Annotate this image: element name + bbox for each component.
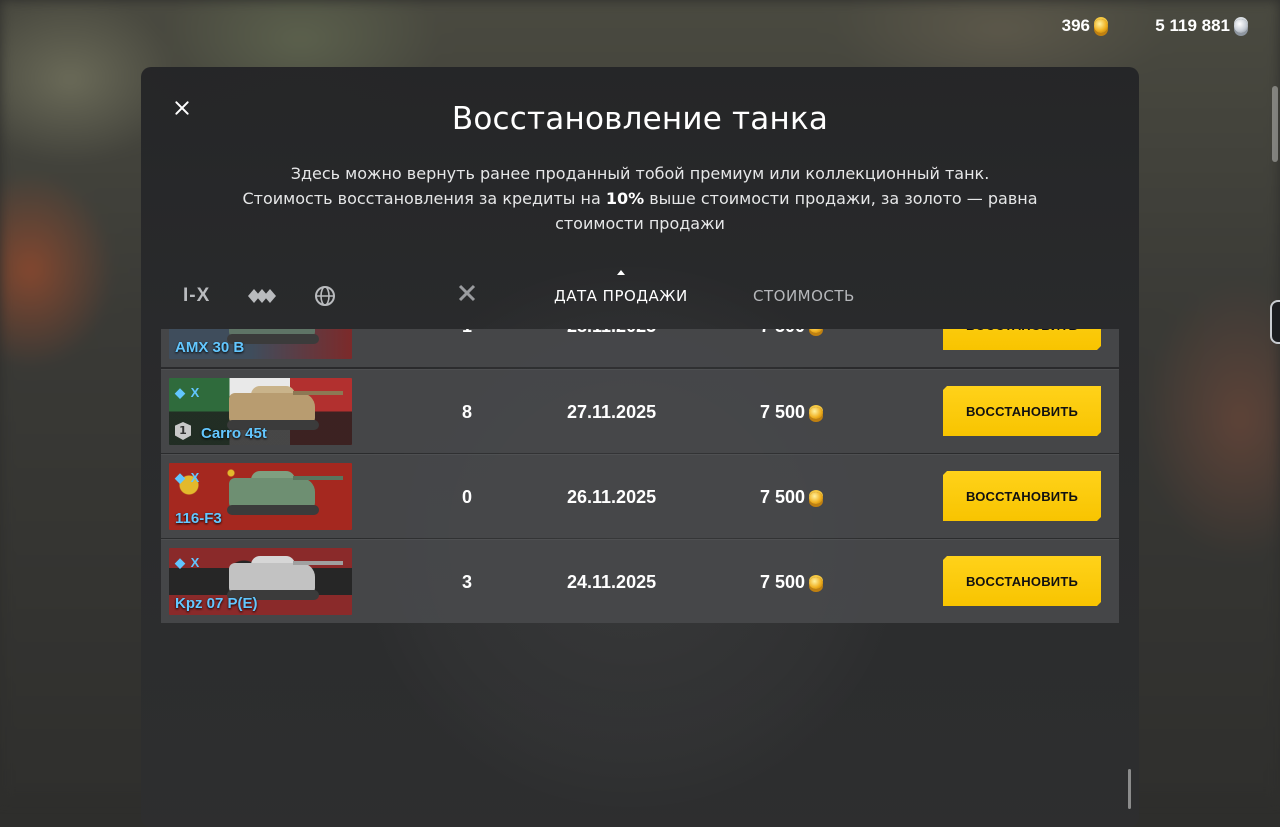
page-scrollbar[interactable]	[1272, 86, 1278, 162]
silver-balance: 5 119 881	[1155, 14, 1248, 38]
dialog-description: Здесь можно вернуть ранее проданный тобо…	[201, 161, 1079, 236]
sold-tanks-list: AMX 30 B 1 28.11.2025 7 500 ВОССТАНОВИТЬ…	[161, 329, 1119, 629]
silver-coin-icon	[1234, 19, 1248, 33]
tier-label: X	[190, 470, 201, 485]
gold-balance: 396	[1062, 14, 1108, 38]
table-row: ◆ X 1 Carro 45t 8 27.11.2025 7 500 ВОССТ…	[161, 369, 1119, 453]
sale-date: 26.11.2025	[567, 487, 657, 507]
price-value: 7 500	[760, 572, 806, 592]
restore-button[interactable]: ВОССТАНОВИТЬ	[943, 556, 1101, 606]
gold-coin-icon	[809, 406, 824, 419]
side-panel-tab[interactable]	[1270, 300, 1280, 344]
gold-coin-icon	[809, 491, 824, 504]
tank-name: Carro 45t	[201, 425, 267, 442]
table-row: ◆ X 116-F3 0 26.11.2025 7 500 ВОССТАНОВИ…	[161, 454, 1119, 538]
sale-date: 24.11.2025	[567, 572, 657, 592]
price-value: 7 500	[760, 487, 806, 507]
battles-count: 1	[461, 329, 473, 337]
restore-price: 7 500	[760, 329, 824, 337]
column-price[interactable]: СТОИМОСТЬ	[753, 287, 855, 305]
dialog-title: Восстановление танка	[451, 101, 829, 137]
restore-price: 7 500	[760, 487, 824, 508]
tank-thumbnail: ◆ X 116-F3	[169, 463, 352, 530]
tank-class-tier: ◆ X	[175, 555, 201, 570]
sale-date: 28.11.2025	[567, 329, 656, 337]
restore-button[interactable]: ВОССТАНОВИТЬ	[943, 386, 1101, 436]
restore-button[interactable]: ВОССТАНОВИТЬ	[943, 329, 1101, 350]
table-row: AMX 30 B 1 28.11.2025 7 500 ВОССТАНОВИТЬ	[161, 329, 1119, 367]
gold-coin-icon	[1094, 19, 1108, 33]
description-percent: 10%	[605, 189, 645, 208]
gold-amount: 396	[1061, 16, 1090, 35]
gold-coin-icon	[809, 329, 824, 333]
restore-button[interactable]: ВОССТАНОВИТЬ	[943, 471, 1101, 521]
gold-coin-icon	[809, 576, 824, 589]
price-value: 7 500	[760, 402, 806, 422]
tier-filter-button[interactable]: I-X	[183, 285, 210, 307]
battles-count: 8	[461, 402, 472, 422]
tank-name: AMX 30 B	[175, 339, 245, 356]
battles-count: 0	[461, 487, 472, 507]
restore-tank-dialog: Восстановление танка Здесь можно вернуть…	[141, 67, 1139, 827]
sale-date: 27.11.2025	[567, 402, 657, 422]
tank-name: Kpz 07 P(E)	[175, 595, 258, 612]
tank-thumbnail: AMX 30 B	[169, 329, 352, 359]
battles-icon[interactable]	[457, 283, 479, 305]
restore-price: 7 500	[760, 402, 824, 423]
sort-asc-icon	[617, 270, 625, 275]
globe-icon[interactable]	[314, 285, 336, 307]
tank-class-tier: ◆ X	[175, 470, 201, 485]
tank-type-filter-icon[interactable]	[246, 286, 278, 306]
description-line-2: Стоимость восстановления за кредиты на 1…	[201, 186, 1079, 236]
tier-label: X	[190, 555, 201, 570]
tank-class-tier: ◆ X	[175, 385, 201, 400]
tank-thumbnail: ◆ X Kpz 07 P(E)	[169, 548, 352, 615]
table-row: ◆ X Kpz 07 P(E) 3 24.11.2025 7 500 ВОССТ…	[161, 539, 1119, 623]
restore-price: 7 500	[760, 572, 824, 593]
description-line-1: Здесь можно вернуть ранее проданный тобо…	[290, 164, 990, 183]
description-text: Стоимость восстановления за кредиты на	[242, 189, 606, 208]
battles-count: 3	[461, 572, 472, 592]
tier-label: X	[190, 385, 201, 400]
price-value: 7 500	[760, 329, 805, 337]
list-scrollbar[interactable]	[1128, 769, 1131, 809]
tank-thumbnail: ◆ X 1 Carro 45t	[169, 378, 352, 445]
tank-name: 116-F3	[175, 510, 222, 527]
silver-amount: 5 119 881	[1155, 16, 1230, 35]
filter-bar: I-X	[183, 283, 336, 309]
column-sale-date[interactable]: ДАТА ПРОДАЖИ	[554, 287, 688, 305]
